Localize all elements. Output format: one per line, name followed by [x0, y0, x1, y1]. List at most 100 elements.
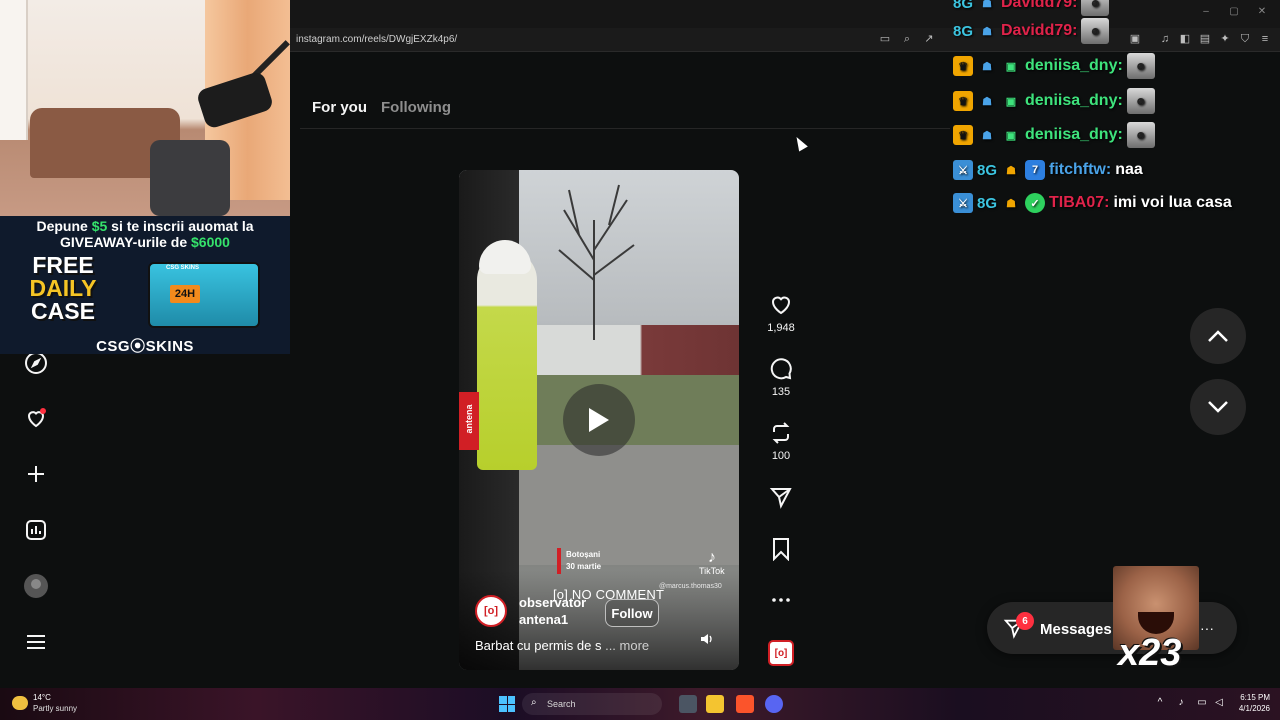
author-name-line2: antena1 — [519, 612, 569, 627]
send-icon[interactable] — [767, 483, 795, 511]
ai-sparkle-icon[interactable]: ✦ — [1218, 32, 1232, 46]
emote-icon: ☻ — [1126, 122, 1155, 148]
sidebar-icon[interactable]: ◧ — [1178, 32, 1192, 46]
verified-badge-icon: ✓ — [1025, 193, 1045, 213]
chat-username: Davidd79: — [1001, 22, 1078, 39]
comment-action[interactable]: 135 — [767, 355, 795, 398]
discord-icon[interactable] — [765, 695, 783, 713]
ad-line1-text-b: si te inscrii auomat la — [111, 218, 254, 234]
url-text[interactable]: instagram.com/reels/DWgjEXZk4p6/ — [296, 34, 457, 45]
location-city: Botoșani — [566, 550, 601, 559]
media-icon[interactable]: ♫ — [1158, 32, 1172, 46]
caption-text: Barbat cu permis de s — [475, 638, 602, 653]
video-officer — [477, 250, 537, 470]
gift-badge-icon: ▣ — [1005, 95, 1017, 108]
notifications-heart-icon[interactable] — [22, 404, 50, 432]
chat-username: TIBA07: — [1049, 194, 1110, 211]
chat-username: deniisa_dny: — [1025, 92, 1123, 109]
maximize-icon[interactable]: ▢ — [1228, 6, 1240, 18]
vpn-shield-icon[interactable]: ⛉ — [1238, 32, 1252, 46]
clock-time[interactable]: 6:15 PM — [1234, 693, 1270, 702]
messages-more-icon[interactable]: ··· — [1200, 620, 1214, 636]
weather-desc[interactable]: Partly sunny — [33, 704, 77, 713]
weather-icon[interactable] — [12, 696, 28, 710]
emote-icon: ☻ — [1081, 0, 1110, 16]
ad-line2-amount: $6000 — [191, 234, 230, 250]
scroll-up-button[interactable] — [1190, 308, 1246, 364]
ad-line1: Depune $5 si te inscrii auomat la — [0, 218, 290, 234]
cast-icon[interactable]: ▭ — [878, 32, 892, 46]
robot-badge-icon: ☗ — [982, 25, 992, 38]
extension-icon[interactable]: ▣ — [1128, 32, 1142, 46]
speaker-icon[interactable]: ♪ — [1175, 697, 1187, 708]
tab-for-you[interactable]: For you — [312, 99, 367, 116]
more-action[interactable] — [767, 586, 795, 614]
repost-icon[interactable] — [767, 419, 795, 447]
cam-chair — [150, 140, 230, 216]
location-bar — [557, 548, 561, 574]
crown-badge-icon: ♛ — [953, 91, 973, 111]
cam-door — [0, 0, 28, 140]
sword-badge-icon: ⚔ — [953, 193, 973, 213]
ad-line2-text: GIVEAWAY-urile de — [60, 234, 188, 250]
close-icon[interactable]: ✕ — [1256, 6, 1268, 18]
tab-following[interactable]: Following — [381, 99, 451, 116]
chevron-up-icon — [1208, 330, 1228, 342]
volume-tray-icon[interactable]: ◁ — [1213, 697, 1225, 708]
create-plus-icon[interactable] — [22, 460, 50, 488]
start-windows-icon[interactable] — [499, 696, 515, 712]
menu-icon[interactable] — [22, 628, 50, 656]
messages-label[interactable]: Messages — [1040, 621, 1112, 638]
minimize-icon[interactable]: – — [1200, 6, 1212, 18]
reel-caption[interactable]: Barbat cu permis de s ... more — [475, 638, 649, 653]
robot-badge-icon: ☗ — [982, 0, 992, 10]
tiktok-watermark: ♪ TikTok — [699, 550, 725, 577]
chat-line: ⚔ 8G ☗ ✓ TIBA07: imi voi lua casa — [953, 190, 1232, 216]
file-explorer-icon[interactable] — [706, 695, 724, 713]
share-icon[interactable]: ↗ — [922, 32, 936, 46]
heart-icon[interactable] — [767, 291, 795, 319]
robot-badge-icon: ☗ — [982, 95, 992, 108]
bookmark-icon[interactable] — [767, 535, 795, 563]
play-button[interactable] — [563, 384, 635, 456]
chat-line: ⚔ 8G ☗ 7 fitchftw: naa — [953, 157, 1143, 183]
zoom-icon[interactable]: ⌕ — [900, 32, 914, 46]
tray-chevron-icon[interactable]: ^ — [1154, 697, 1166, 708]
wallet-icon[interactable]: ▤ — [1198, 32, 1212, 46]
audio-thumbnail[interactable]: [o] — [768, 640, 794, 666]
author-name[interactable]: observator antena1 — [519, 594, 599, 628]
weather-temp[interactable]: 14°C — [33, 693, 51, 702]
taskbar-search[interactable] — [522, 693, 662, 715]
display-icon[interactable]: ▭ — [1196, 697, 1208, 708]
more-dots-icon[interactable] — [767, 586, 795, 614]
repost-action[interactable]: 100 — [767, 419, 795, 462]
8g-badge-icon: 8G — [953, 22, 974, 40]
taskbar-search-label[interactable]: Search — [547, 699, 576, 709]
caption-more-link[interactable]: ... more — [605, 638, 649, 653]
chat-message: imi voi lua casa — [1113, 194, 1232, 211]
like-action[interactable]: 1,948 — [767, 291, 795, 334]
brave-browser-icon[interactable] — [736, 695, 754, 713]
clock-date[interactable]: 4/1/2026 — [1226, 704, 1270, 713]
ad-line2: GIVEAWAY-urile de $6000 — [0, 234, 290, 250]
task-view-icon[interactable] — [679, 695, 697, 713]
comment-icon[interactable] — [767, 355, 795, 383]
ad-free-text: FREE — [32, 252, 94, 278]
tiktok-watermark-text: TikTok — [699, 566, 725, 576]
profile-avatar[interactable] — [22, 572, 50, 600]
scroll-down-button[interactable] — [1190, 379, 1246, 435]
browser-tabbar — [290, 0, 1280, 28]
save-action[interactable] — [767, 535, 795, 563]
dashboard-icon[interactable] — [22, 516, 50, 544]
share-action[interactable] — [767, 483, 795, 511]
ad-daily-text: DAILY — [29, 275, 97, 301]
follow-button[interactable]: Follow — [605, 599, 659, 627]
chat-line: ♛ ☗ ▣ deniisa_dny: ☻ — [953, 88, 1155, 114]
sword-badge-icon: ⚔ — [953, 160, 973, 180]
play-icon — [589, 408, 609, 432]
emote-icon: ☻ — [1126, 88, 1155, 114]
browser-menu-icon[interactable]: ≡ — [1258, 32, 1272, 46]
volume-icon[interactable] — [700, 632, 716, 648]
author-avatar[interactable]: [o] — [475, 595, 507, 627]
reel-video[interactable]: antena Botoșani 30 martie ♪ TikTok @marc… — [459, 170, 739, 670]
